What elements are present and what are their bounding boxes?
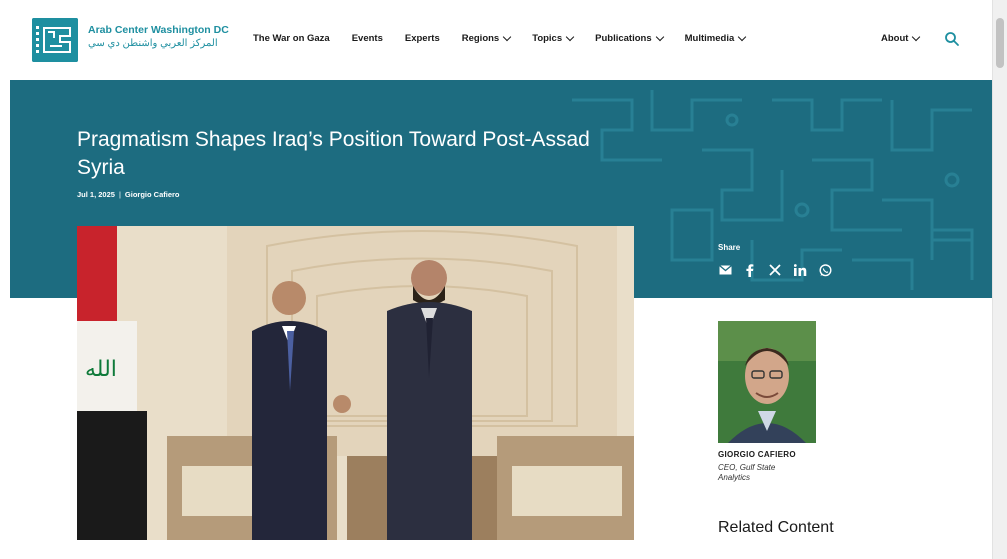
nav-label: Topics <box>532 33 563 44</box>
email-icon <box>718 265 732 275</box>
main-nav: The War on Gaza Events Experts Regions T… <box>253 32 767 44</box>
article-author-link[interactable]: Giorgio Cafiero <box>125 190 180 199</box>
logo-title-english: Arab Center Washington DC <box>88 24 229 36</box>
chevron-down-icon <box>565 32 575 41</box>
site-logo[interactable] <box>32 18 78 62</box>
chevron-down-icon <box>912 32 921 41</box>
author-role: CEO, Gulf State Analytics <box>718 463 776 482</box>
search-button[interactable] <box>944 31 960 47</box>
whatsapp-icon <box>818 263 832 276</box>
author-name[interactable]: GIORGIO CAFIERO <box>718 450 796 459</box>
nav-label: Experts <box>404 33 440 44</box>
article-title: Pragmatism Shapes Iraq’s Position Toward… <box>77 128 590 179</box>
featured-photo: الله <box>77 226 634 540</box>
search-icon <box>945 32 959 46</box>
chevron-down-icon <box>502 32 512 41</box>
share-icons <box>718 263 832 277</box>
chevron-down-icon <box>738 32 747 41</box>
nav-label: Multimedia <box>684 33 735 44</box>
nav-label: Publications <box>595 33 652 44</box>
nav-item-experts[interactable]: Experts <box>405 33 440 44</box>
nav-label: About <box>881 33 909 44</box>
related-content-heading: Related Content <box>718 519 834 536</box>
logo-title-arabic: المركز العربي واشنطن دي سي <box>88 38 218 49</box>
author-portrait <box>718 321 816 443</box>
x-share-button[interactable] <box>768 263 782 277</box>
article-featured-image: الله <box>77 226 634 540</box>
logo-mark-icon <box>32 18 78 62</box>
scrollbar-thumb[interactable] <box>996 18 1004 68</box>
author-photo[interactable] <box>718 321 816 443</box>
nav-item-events[interactable]: Events <box>352 33 383 44</box>
nav-item-topics[interactable]: Topics <box>532 32 575 44</box>
logo-text[interactable]: Arab Center Washington DC المركز العربي … <box>88 24 248 51</box>
linkedin-icon <box>793 264 806 276</box>
page-scrollbar[interactable] <box>992 0 1007 559</box>
site-header: Arab Center Washington DC المركز العربي … <box>0 0 992 80</box>
svg-text:الله: الله <box>85 357 117 382</box>
nav-item-regions[interactable]: Regions <box>461 32 512 44</box>
email-share-button[interactable] <box>718 263 732 277</box>
linkedin-share-button[interactable] <box>793 263 807 277</box>
nav-label: Regions <box>461 33 500 44</box>
article-date: Jul 1, 2025 <box>77 190 115 199</box>
article-meta: Jul 1, 2025 | Giorgio Cafiero <box>77 190 180 199</box>
facebook-icon <box>746 263 754 277</box>
facebook-share-button[interactable] <box>743 263 757 277</box>
nav-label: Events <box>351 33 383 44</box>
x-icon <box>769 264 781 276</box>
nav-item-multimedia[interactable]: Multimedia <box>684 32 747 44</box>
nav-item-publications[interactable]: Publications <box>595 32 664 44</box>
share-label: Share <box>718 243 741 252</box>
nav-label: The War on Gaza <box>253 33 330 44</box>
whatsapp-share-button[interactable] <box>818 263 832 277</box>
nav-item-about[interactable]: About <box>881 32 921 44</box>
chevron-down-icon <box>655 32 664 41</box>
nav-item-war-on-gaza[interactable]: The War on Gaza <box>253 33 330 44</box>
meta-separator: | <box>118 190 121 199</box>
